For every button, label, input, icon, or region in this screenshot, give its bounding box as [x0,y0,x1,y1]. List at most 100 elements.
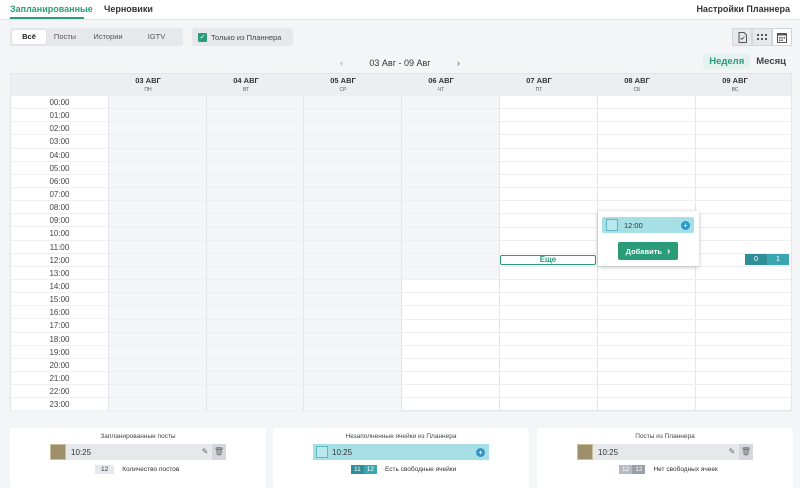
hour-gridline [108,200,791,202]
legend-empty-sample: 10:25 + [313,444,489,460]
chevron-left-icon[interactable]: ‹ [340,58,343,68]
hour-gridline [108,318,791,320]
tab-drafts[interactable]: Черновики [104,4,153,14]
hour-gridline [108,410,791,412]
legend-title: Посты из Планнера [635,433,695,440]
planner-settings-link[interactable]: Настройки Планнера [696,4,790,14]
legend-title: Запланированные посты [100,433,176,440]
hour-gridline [108,173,791,175]
tab-scheduled[interactable]: Запланированные [10,4,93,14]
hour-gridline [108,265,791,267]
pencil-icon: ✎ [201,447,209,456]
view-month-button[interactable]: Месяц [750,54,792,69]
filled-count: 12 [619,465,633,474]
time-label: 21:00 [11,372,108,386]
hour-gridline [108,344,791,346]
filter-all[interactable]: Всё [12,30,46,44]
plus-icon: + [476,447,485,457]
slot-placeholder [606,219,618,231]
hour-gridline [108,397,791,399]
day-weekday: ВТ [242,87,250,93]
filter-posts[interactable]: Посты [46,30,84,44]
legend-count-row: 11 12 Есть свободные ячейки [351,465,456,474]
filled-count: 11 [351,465,364,474]
day-date: 06 АВГ [428,76,454,85]
slot-placeholder [316,446,328,458]
empty-slot[interactable]: 12:00 + [602,217,694,233]
day-weekday: ЧТ [437,87,445,93]
chevron-right-icon[interactable]: › [457,58,460,68]
slot-counters[interactable]: 0 1 [745,254,789,265]
content-type-filter: Всё Посты Истории IGTV [10,28,183,46]
day-header: 06 АВГ ЧТ [392,76,490,93]
post-thumbnail [577,444,593,460]
time-label: 16:00 [11,306,108,320]
add-button-label: Добавить [625,246,662,256]
hour-gridline [108,279,791,281]
time-label: 15:00 [11,293,108,307]
more-events-button[interactable]: Еще [500,255,596,265]
time-label: 09:00 [11,214,108,228]
view-week-button[interactable]: Неделя [703,54,751,69]
count-label: Нет свободных ячеек [653,466,718,473]
time-label: 03:00 [11,135,108,149]
grid-icon[interactable] [752,28,772,46]
time-label: 12:00 [11,254,108,267]
checkbox-checked-icon[interactable]: ✓ [198,32,207,42]
add-button[interactable]: Добавить › [618,242,678,260]
legend-empty-cells: Незаполненные ячейки из Планнера 10:25 +… [273,428,529,488]
slot-time: 12:00 [624,220,643,230]
only-planner-label: Только из Планнера [211,32,282,42]
legend-time: 10:25 [598,447,619,457]
time-label: 10:00 [11,227,108,241]
legend-post-sample: 10:25 ✎ 🗑 [50,444,226,460]
time-label: 18:00 [11,333,108,346]
date-navigation: ‹ 03 Авг - 09 Авг › [340,56,460,70]
day-date: 04 АВГ [233,76,259,85]
day-weekday: ПТ [535,87,543,93]
filter-stories[interactable]: Истории [84,30,132,44]
only-planner-toggle[interactable]: ✓ Только из Планнера [192,28,293,46]
hour-gridline [108,292,791,294]
calendar-icon[interactable] [772,28,792,46]
day-date: 09 АВГ [722,76,748,85]
pencil-icon: ✎ [728,447,736,456]
time-label: 23:00 [11,398,108,412]
count-label: Количество постов [122,466,180,473]
time-label: 11:00 [11,241,108,254]
day-header: 08 АВГ СБ [588,76,686,93]
hour-gridline [108,147,791,149]
hour-gridline [108,121,791,123]
legend-scheduled-posts: Запланированные посты 10:25 ✎ 🗑 12 Колич… [10,428,266,488]
hour-gridline [108,305,791,307]
legend-time: 10:25 [71,447,92,457]
day-date: 08 АВГ [624,76,650,85]
counter-filled: 0 [745,254,767,265]
time-label: 01:00 [11,109,108,123]
document-icon[interactable] [732,28,752,46]
time-label: 08:00 [11,201,108,215]
time-label: 19:00 [11,346,108,359]
time-label: 04:00 [11,149,108,162]
top-tabs: Запланированные Черновики Настройки План… [0,0,800,20]
time-column: 00:00 01:00 02:00 03:00 04:00 05:00 06:00 07:00… [11,96,108,412]
filter-igtv[interactable]: IGTV [132,30,181,44]
legend-post-sample: 10:25 ✎ 🗑 [577,444,753,460]
time-label: 14:00 [11,280,108,294]
time-label: 17:00 [11,319,108,333]
time-label: 00:00 [11,96,108,110]
day-header: 05 АВГ СР [294,76,392,93]
legend-time: 10:25 [332,447,353,457]
day-weekday: ПН [144,87,152,93]
day-header: 04 АВГ ВТ [197,76,295,93]
legend-count-row: 12 12 Нет свободных ячеек [619,465,718,474]
hour-gridline [108,331,791,333]
time-label: 22:00 [11,385,108,399]
count-box: 12 [95,465,115,474]
day-weekday: СБ [633,87,641,93]
hour-gridline [108,358,791,359]
time-label: 20:00 [11,359,108,372]
plus-icon[interactable]: + [681,220,690,230]
day-weekday: СР [339,87,347,93]
day-date: 05 АВГ [330,76,356,85]
